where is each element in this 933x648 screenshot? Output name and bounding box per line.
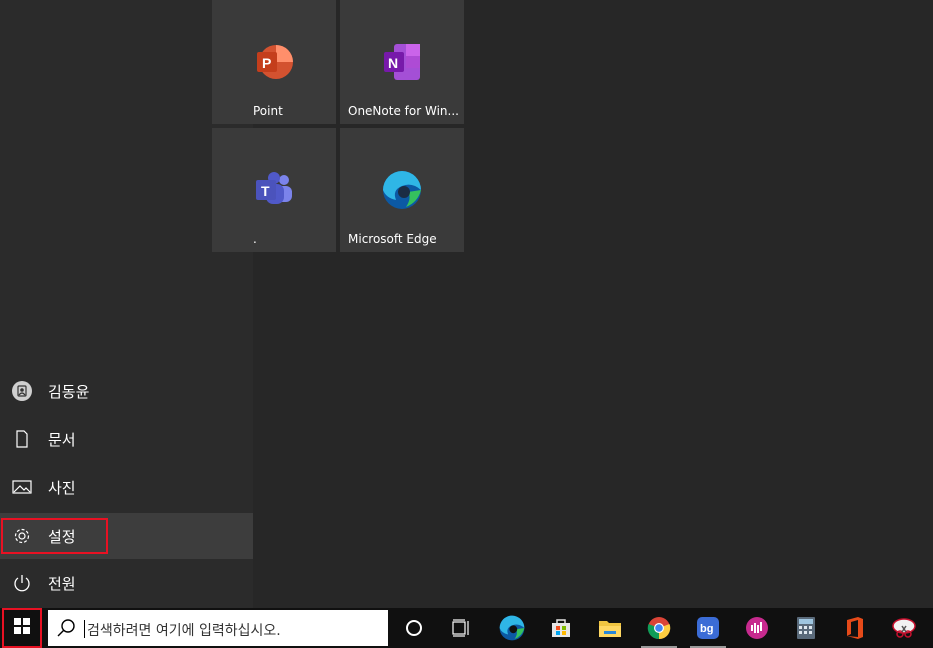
tile-powerpoint[interactable]: P Point bbox=[212, 0, 336, 124]
bg-app-icon[interactable]: bg bbox=[684, 608, 732, 648]
podcast-app-icon[interactable] bbox=[733, 608, 781, 648]
file-explorer-icon[interactable] bbox=[586, 608, 634, 648]
taskbar: 검색하려면 여기에 입력하십시오. bg bbox=[0, 608, 933, 648]
start-button[interactable] bbox=[2, 608, 42, 648]
task-view-icon[interactable] bbox=[438, 608, 486, 648]
windows-logo-icon bbox=[14, 618, 30, 638]
teams-icon: T bbox=[254, 170, 294, 214]
start-tiles-area: P Point N OneNote for Win... T . Microso… bbox=[212, 0, 933, 608]
tile-label-onenote: OneNote for Win... bbox=[348, 104, 459, 118]
svg-text:P: P bbox=[262, 55, 271, 71]
power-icon bbox=[12, 573, 32, 593]
user-avatar-icon bbox=[12, 381, 32, 401]
rail-item-power[interactable]: 전원 bbox=[0, 560, 253, 606]
rail-label-documents: 문서 bbox=[48, 430, 76, 449]
svg-text:bg: bg bbox=[700, 623, 713, 635]
rail-item-documents[interactable]: 문서 bbox=[0, 416, 253, 462]
taskbar-search-box[interactable]: 검색하려면 여기에 입력하십시오. bbox=[48, 610, 388, 646]
edge-taskbar-icon[interactable] bbox=[488, 608, 536, 648]
tile-onenote[interactable]: N OneNote for Win... bbox=[340, 0, 464, 124]
document-icon bbox=[12, 429, 32, 449]
svg-text:N: N bbox=[388, 55, 398, 71]
snipping-tool-icon[interactable] bbox=[880, 608, 928, 648]
rail-item-user[interactable]: 김동윤 bbox=[0, 368, 253, 414]
rail-label-power: 전원 bbox=[48, 574, 76, 593]
chrome-icon[interactable] bbox=[635, 608, 683, 648]
tile-label-powerpoint: Point bbox=[253, 104, 283, 118]
onenote-icon: N bbox=[382, 42, 422, 86]
settings-highlight-box bbox=[1, 518, 108, 554]
tile-teams[interactable]: T . bbox=[212, 128, 336, 252]
powerpoint-icon: P bbox=[254, 42, 294, 86]
store-icon[interactable] bbox=[537, 608, 585, 648]
search-icon bbox=[56, 618, 76, 642]
search-placeholder: 검색하려면 여기에 입력하십시오. bbox=[87, 623, 281, 639]
tile-label-edge: Microsoft Edge bbox=[348, 232, 437, 246]
svg-text:T: T bbox=[261, 183, 270, 199]
edge-icon bbox=[382, 170, 422, 214]
office-icon[interactable] bbox=[831, 608, 879, 648]
tile-edge[interactable]: Microsoft Edge bbox=[340, 128, 464, 252]
rail-label-user: 김동윤 bbox=[48, 382, 90, 401]
calculator-icon[interactable] bbox=[782, 608, 830, 648]
pictures-icon bbox=[12, 477, 32, 497]
text-caret bbox=[84, 620, 85, 638]
tile-label-teams: . bbox=[253, 232, 257, 246]
rail-item-pictures[interactable]: 사진 bbox=[0, 464, 253, 510]
rail-label-pictures: 사진 bbox=[48, 478, 76, 497]
cortana-icon[interactable] bbox=[390, 608, 438, 648]
